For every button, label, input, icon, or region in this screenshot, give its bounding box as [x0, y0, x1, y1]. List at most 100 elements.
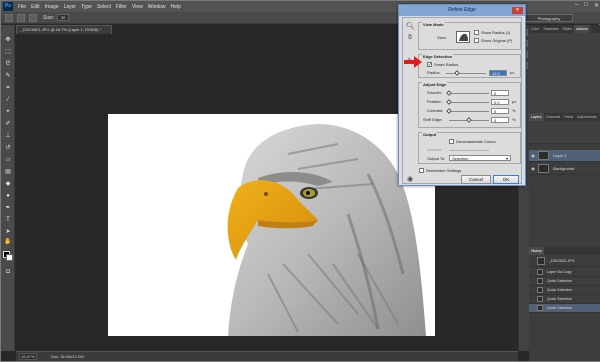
contrast-unit: % — [512, 108, 516, 113]
menu-view[interactable]: View — [132, 4, 143, 10]
clone-stamp-icon[interactable]: ⊥ — [4, 133, 12, 140]
blur-tool-icon[interactable]: ◆ — [4, 181, 12, 188]
output-to-select[interactable]: Selection ▾ — [449, 155, 511, 161]
menu-filter[interactable]: Filter — [116, 4, 127, 10]
crop-tool-icon[interactable]: ⌗ — [4, 85, 12, 92]
gradient-tool-icon[interactable]: ▤ — [4, 169, 12, 176]
output-to-label: Output To: — [427, 156, 446, 161]
tools-panel: ✥ ⬚ ᘓ ✎ ⌗ ⁄ ⌖ ✐ ⊥ ↺ ▱ ▤ ◆ ● ✒ T ➤ ✋ ◘ — [1, 25, 15, 351]
smooth-input[interactable]: 0 — [491, 90, 509, 96]
smooth-slider-track[interactable] — [449, 93, 489, 94]
amount-slider-track[interactable] — [449, 150, 489, 151]
remember-settings-checkbox[interactable] — [419, 168, 424, 173]
feather-slider-handle[interactable] — [446, 99, 452, 105]
move-tool-icon[interactable]: ✥ — [4, 37, 12, 44]
history-item-selected[interactable]: Quick Selection — [529, 304, 600, 313]
zoom-tool-icon[interactable]: 🔍︎ — [406, 23, 415, 31]
marquee-tool-icon[interactable]: ⬚ — [4, 49, 12, 56]
tab-color[interactable]: Color — [529, 27, 541, 31]
layer-row-layer-1[interactable]: ◉ Layer 1 — [529, 150, 600, 162]
dialog-title[interactable]: Refine Edge — [399, 5, 525, 16]
tab-swatches[interactable]: Swatches — [541, 27, 560, 31]
show-radius-checkbox[interactable] — [474, 30, 479, 35]
eraser-tool-icon[interactable]: ▱ — [4, 157, 12, 164]
dialog-close-icon[interactable]: ✕ — [512, 7, 523, 14]
visibility-eye-icon[interactable]: ◉ — [530, 153, 536, 158]
history-item[interactable]: Quick Selection — [529, 295, 600, 304]
menu-file[interactable]: File — [18, 4, 26, 10]
ok-button[interactable]: OK — [493, 175, 519, 184]
zoom-level[interactable]: 16.67% — [19, 353, 37, 360]
quick-mask-icon[interactable]: ◘ — [4, 269, 12, 276]
edge-detection-group: Edge Detection ✓ Smart Radius Radius: 12… — [418, 54, 521, 78]
history-item[interactable]: Quick Selection — [529, 277, 600, 286]
layer-row-background[interactable]: ◉ Background — [529, 163, 600, 175]
radius-slider-handle[interactable] — [454, 70, 460, 76]
feather-input[interactable]: 0.0 — [491, 99, 509, 105]
new-selection-icon[interactable] — [17, 13, 25, 22]
preview-toggle-icon[interactable]: ◉ — [406, 176, 414, 184]
minimize-button[interactable]: – — [575, 2, 578, 9]
healing-brush-icon[interactable]: ⌖ — [4, 109, 12, 116]
document-canvas[interactable] — [108, 114, 435, 336]
decontaminate-checkbox[interactable] — [449, 139, 454, 144]
feather-slider-track[interactable] — [449, 102, 489, 103]
menu-layer[interactable]: Layer — [64, 4, 77, 10]
quick-selection-tool-icon[interactable]: ✎ — [4, 73, 12, 80]
background-color-swatch[interactable] — [6, 254, 13, 261]
smart-radius-checkbox[interactable]: ✓ — [427, 62, 432, 68]
remember-settings-label: Remember Settings — [426, 168, 462, 173]
eyedropper-tool-icon[interactable]: ⁄ — [4, 97, 12, 104]
lasso-tool-icon[interactable]: ᘓ — [4, 61, 12, 68]
radius-slider-track[interactable] — [446, 73, 486, 74]
tool-preset-icon[interactable] — [5, 13, 13, 22]
hand-tool-icon[interactable]: ✋ — [4, 239, 12, 246]
path-selection-icon[interactable]: ➤ — [4, 229, 12, 236]
contrast-slider-track[interactable] — [449, 111, 489, 112]
brush-tool-icon[interactable]: ✐ — [4, 121, 12, 128]
menu-type[interactable]: Type — [81, 4, 92, 10]
tab-history[interactable]: History — [529, 247, 544, 255]
smart-radius-label: Smart Radius — [434, 62, 459, 67]
maximize-button[interactable]: □ — [584, 2, 588, 9]
radius-input[interactable]: 12.0 — [489, 70, 507, 76]
view-mode-picker[interactable] — [456, 31, 470, 43]
tab-actions[interactable]: Actions — [574, 25, 590, 33]
hand-tool-icon[interactable]: ✋︎ — [406, 34, 414, 42]
type-tool-icon[interactable]: T — [4, 217, 12, 224]
menu-edit[interactable]: Edit — [31, 4, 40, 10]
history-snapshot[interactable]: _DSC9521.JPG — [529, 256, 600, 267]
pen-tool-icon[interactable]: ✒ — [4, 205, 12, 212]
contrast-input[interactable]: 0 — [491, 108, 509, 114]
workspace-switcher[interactable]: Photography — [525, 14, 573, 22]
dodge-tool-icon[interactable]: ● — [4, 193, 12, 200]
smooth-slider-handle[interactable] — [446, 90, 452, 96]
layer-name: Layer 1 — [553, 153, 567, 158]
tab-paths[interactable]: Paths — [562, 115, 575, 119]
menu-window[interactable]: Window — [148, 4, 166, 10]
brush-size-picker[interactable]: 30 — [57, 14, 70, 21]
tab-layers[interactable]: Layers — [529, 113, 544, 121]
close-window-button[interactable]: ✕ — [594, 2, 599, 9]
brush-size-label: Size: — [43, 14, 55, 21]
shift-edge-label: Shift Edge: — [423, 117, 443, 122]
add-selection-icon[interactable] — [29, 13, 37, 22]
shift-edge-input[interactable]: 0 — [491, 117, 509, 123]
tab-styles[interactable]: Styles — [561, 27, 575, 31]
shift-edge-slider-handle[interactable] — [466, 117, 472, 123]
visibility-eye-icon[interactable]: ◉ — [530, 166, 536, 171]
history-brush-icon[interactable]: ↺ — [4, 145, 12, 152]
tab-adjustments[interactable]: Adjustments — [575, 115, 598, 119]
document-tab[interactable]: _DSC9521.JPG @ 16.7% (Layer 1, RGB/8) * — [16, 25, 112, 34]
cancel-button[interactable]: Cancel — [461, 175, 491, 184]
menu-image[interactable]: Image — [45, 4, 59, 10]
show-original-checkbox[interactable] — [474, 38, 479, 43]
history-item[interactable]: Quick Selection — [529, 286, 600, 295]
tab-channels[interactable]: Channels — [544, 115, 563, 119]
history-item-label: Quick Selection — [547, 288, 572, 292]
document-info[interactable]: Doc: 36.0M/12.0M — [51, 354, 84, 359]
history-item[interactable]: Layer Via Copy — [529, 268, 600, 277]
menu-select[interactable]: Select — [97, 4, 111, 10]
contrast-slider-handle[interactable] — [446, 108, 452, 114]
menu-help[interactable]: Help — [171, 4, 181, 10]
